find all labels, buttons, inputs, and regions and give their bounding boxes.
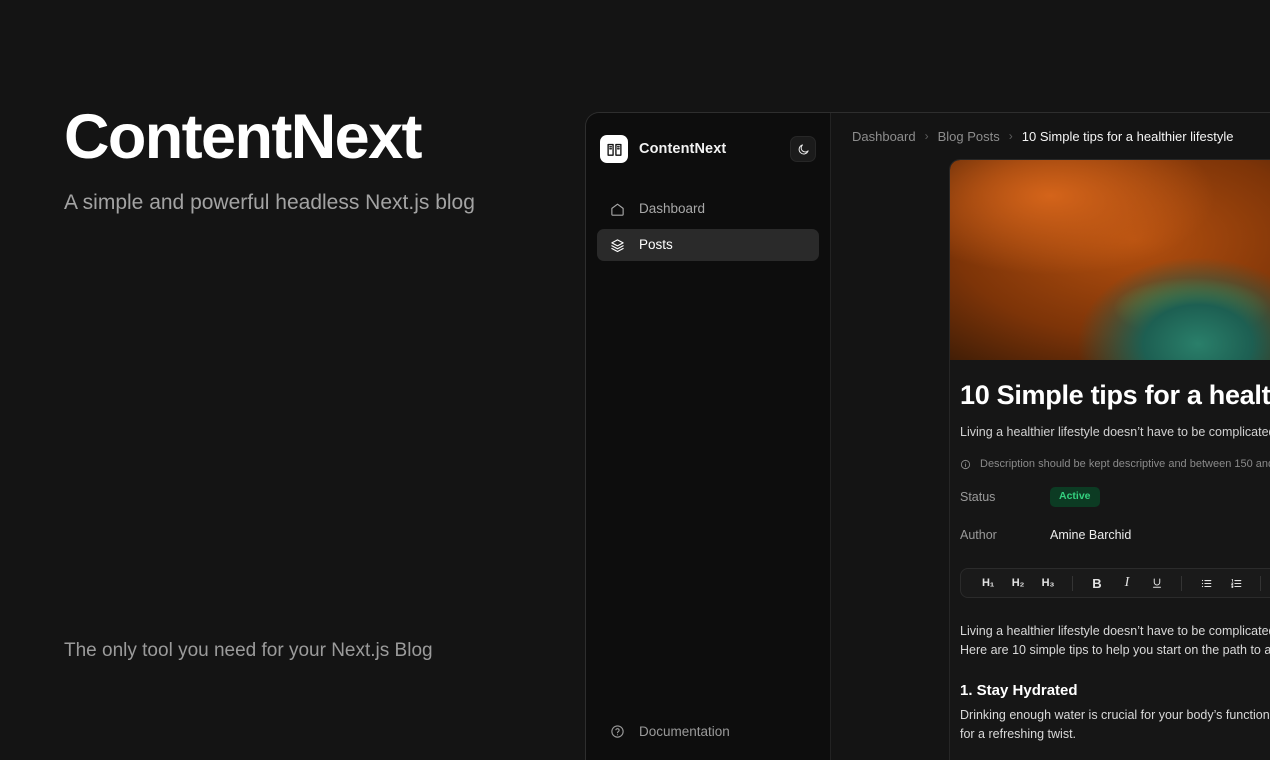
product-tagline: The only tool you need for your Next.js …	[64, 640, 433, 661]
author-row: Author Amine Barchid	[950, 524, 1270, 546]
sidebar-item-dashboard[interactable]: Dashboard	[597, 193, 819, 225]
post-editor-panel: 10 Simple tips for a healthier lifestyle…	[949, 159, 1270, 760]
sidebar: ContentNext Dashboard Posts Documentatio…	[586, 113, 831, 760]
heading-1-button[interactable]: H₁	[975, 572, 1001, 594]
status-row: Status Active	[950, 486, 1270, 508]
author-value[interactable]: Amine Barchid	[1050, 528, 1131, 542]
open-book-icon	[600, 135, 628, 163]
home-icon	[609, 201, 626, 218]
heading-2-button[interactable]: H₂	[1005, 572, 1031, 594]
post-body-editor[interactable]: Living a healthier lifestyle doesn’t hav…	[950, 598, 1270, 744]
ordered-list-button[interactable]	[1223, 572, 1249, 594]
underline-button[interactable]	[1144, 572, 1170, 594]
sidebar-item-documentation[interactable]: Documentation	[597, 716, 820, 746]
help-circle-icon	[609, 723, 626, 740]
body-paragraph-line: Living a healthier lifestyle doesn’t hav…	[960, 624, 1270, 639]
chevron-right-icon: ›	[1008, 129, 1013, 143]
bold-button[interactable]: B	[1084, 572, 1110, 594]
body-paragraph-line: Drinking enough water is crucial for you…	[960, 708, 1270, 723]
post-hero-image	[950, 160, 1270, 360]
post-description[interactable]: Living a healthier lifestyle doesn’t hav…	[950, 423, 1270, 442]
italic-button[interactable]: I	[1114, 572, 1140, 594]
layers-icon	[609, 237, 626, 254]
post-details: 10 Simple tips for a healthier lifestyle…	[950, 360, 1270, 744]
breadcrumb-item-dashboard[interactable]: Dashboard	[852, 129, 916, 144]
heading-3-button[interactable]: H₃	[1035, 572, 1061, 594]
breadcrumb-item-current: 10 Simple tips for a healthier lifestyle	[1021, 128, 1234, 144]
toolbar-divider	[1072, 575, 1073, 591]
product-subtitle: A simple and powerful headless Next.js b…	[64, 191, 475, 214]
editor-toolbar: H₁ H₂ H₃ B I	[960, 568, 1270, 599]
breadcrumb-item-blog-posts[interactable]: Blog Posts	[938, 129, 1000, 144]
sidebar-item-label: Documentation	[639, 723, 730, 739]
description-hint-text: Description should be kept descriptive a…	[980, 458, 1270, 471]
sidebar-item-posts[interactable]: Posts	[597, 229, 819, 261]
chevron-right-icon: ›	[924, 129, 929, 143]
sidebar-item-label: Dashboard	[639, 201, 706, 217]
main-content: Dashboard › Blog Posts › 10 Simple tips …	[831, 113, 1270, 760]
marketing-panel: ContentNext A simple and powerful headle…	[0, 0, 585, 760]
sidebar-brand: ContentNext	[597, 127, 819, 171]
info-circle-icon	[960, 459, 971, 470]
status-label: Status	[960, 490, 996, 505]
screen: ContentNext A simple and powerful headle…	[0, 0, 1270, 760]
body-paragraph-line: Here are 10 simple tips to help you star…	[960, 643, 1270, 658]
toolbar-divider	[1260, 575, 1261, 591]
bullet-list-button[interactable]	[1193, 572, 1219, 594]
page-title: 10 Simple tips for a healthier lifestyle	[960, 380, 1270, 410]
brand-label: ContentNext	[639, 141, 727, 157]
body-paragraph-line: for a refreshing twist.	[960, 727, 1077, 742]
toolbar-divider	[1181, 575, 1182, 591]
product-title: ContentNext	[64, 102, 423, 172]
moon-icon[interactable]	[790, 136, 816, 162]
app-window: ContentNext Dashboard Posts Documentatio…	[585, 112, 1270, 760]
body-section-heading: 1. Stay Hydrated	[960, 682, 1078, 700]
description-hint: Description should be kept descriptive a…	[950, 458, 1270, 470]
author-label: Author	[960, 528, 997, 543]
sidebar-item-label: Posts	[639, 237, 673, 253]
sidebar-nav: Dashboard Posts	[597, 193, 819, 261]
breadcrumb: Dashboard › Blog Posts › 10 Simple tips …	[831, 113, 1270, 159]
status-badge[interactable]: Active	[1050, 487, 1100, 507]
